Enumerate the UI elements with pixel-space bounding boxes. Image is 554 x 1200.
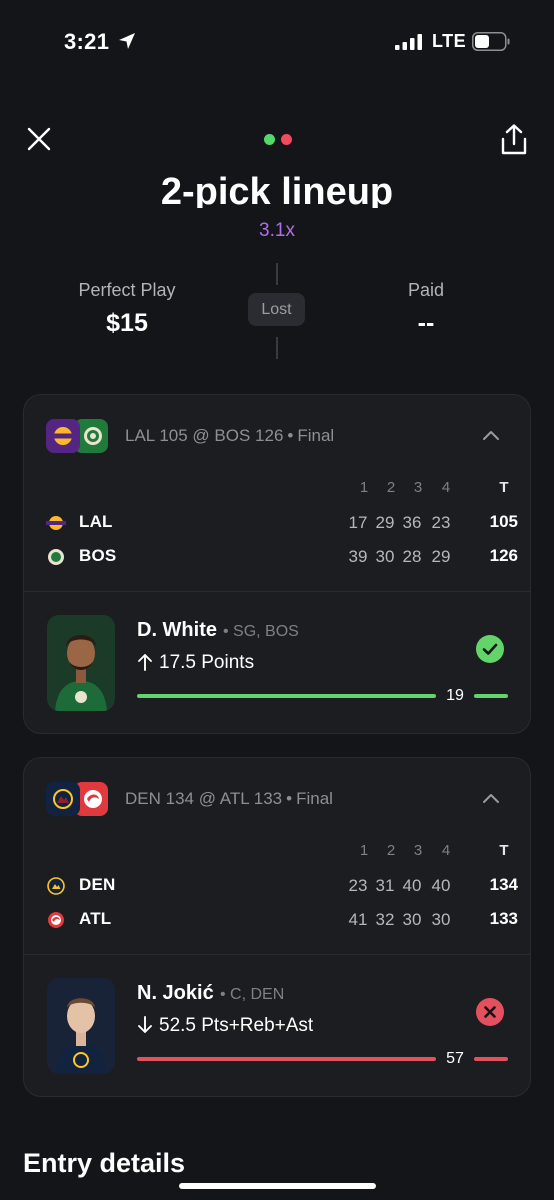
hawks-logo xyxy=(48,912,64,928)
pick-dot-lost xyxy=(281,134,292,145)
arrow-up-icon xyxy=(138,654,152,671)
nuggets-logo xyxy=(47,877,65,895)
lakers-logo xyxy=(46,419,80,453)
pick-result-dots xyxy=(262,134,294,146)
payout-multiplier: 3.1x xyxy=(259,220,295,241)
divider-line xyxy=(276,337,278,359)
game-matchup: DEN 134 @ ATL 133 • Final xyxy=(125,789,333,808)
status-badge: Lost xyxy=(248,293,305,326)
progress-bar xyxy=(137,694,436,698)
quarter-score: 32 xyxy=(375,910,395,929)
total-score: 134 xyxy=(489,875,518,894)
team-score-row: DEN 23 31 40 40 134 xyxy=(24,873,530,897)
team-score-row: ATL 41 32 30 30 133 xyxy=(24,907,530,931)
quarter-score: 36 xyxy=(402,513,422,532)
player-meta: • C, DEN xyxy=(220,986,285,1003)
divider-line xyxy=(276,263,278,285)
entry-type-label: Perfect Play xyxy=(78,280,176,300)
total-score: 126 xyxy=(489,546,518,565)
battery-icon xyxy=(472,32,510,51)
quarter-score: 29 xyxy=(375,513,395,532)
x-circle-icon xyxy=(476,998,504,1026)
check-circle-icon xyxy=(476,635,504,663)
total-header: T xyxy=(499,842,509,859)
result-value: 19 xyxy=(446,687,464,704)
quarter-header: 1 xyxy=(359,842,369,859)
arrow-down-icon xyxy=(138,1016,152,1033)
quarter-header: 4 xyxy=(441,842,451,859)
progress-bar-overflow xyxy=(474,694,508,698)
card-divider xyxy=(24,954,530,955)
total-score: 105 xyxy=(489,512,518,531)
section-title: Entry details xyxy=(23,1148,186,1178)
network-type: LTE xyxy=(432,31,467,51)
player-meta: • SG, BOS xyxy=(223,623,299,640)
quarter-score: 23 xyxy=(431,513,451,532)
player-name: D. White xyxy=(137,619,217,641)
home-indicator[interactable] xyxy=(179,1183,376,1189)
player-name: N. Jokić xyxy=(137,982,214,1004)
quarter-score: 41 xyxy=(348,910,368,929)
share-button[interactable] xyxy=(496,122,532,158)
quarter-header: 3 xyxy=(413,842,423,859)
team-score-row: BOS 39 30 28 29 126 xyxy=(24,544,530,568)
quarter-header: 1 xyxy=(359,479,369,496)
quarter-score: 40 xyxy=(431,876,451,895)
collapse-button[interactable] xyxy=(480,425,502,447)
share-icon xyxy=(501,124,527,155)
total-header: T xyxy=(499,479,509,496)
collapse-button[interactable] xyxy=(480,788,502,810)
quarter-score: 40 xyxy=(402,876,422,895)
player-headshot xyxy=(47,615,115,711)
team-logos xyxy=(46,419,108,453)
team-abbr: DEN xyxy=(79,875,116,894)
paid-label: Paid xyxy=(407,280,445,300)
pick-line: 17.5 Points xyxy=(137,652,254,674)
quarter-score: 39 xyxy=(348,547,368,566)
quarter-score: 29 xyxy=(431,547,451,566)
team-score-row: LAL 17 29 36 23 105 xyxy=(24,510,530,534)
progress-bar xyxy=(137,1057,436,1061)
close-icon xyxy=(27,127,51,151)
quarter-header: 2 xyxy=(386,479,396,496)
location-arrow-icon xyxy=(119,33,135,49)
quarter-score: 31 xyxy=(375,876,395,895)
team-abbr: LAL xyxy=(79,512,113,531)
paid-value: -- xyxy=(417,309,435,337)
game-card: LAL 105 @ BOS 126 • Final 1 2 3 4 T LAL 17… xyxy=(23,394,531,734)
team-logos xyxy=(46,782,108,816)
game-matchup: LAL 105 @ BOS 126 • Final xyxy=(125,426,335,445)
game-card: DEN 134 @ ATL 133 • Final 1 2 3 4 T DEN 23… xyxy=(23,757,531,1097)
status-bar: 3:21 LTE xyxy=(0,0,554,84)
progress-bar-overflow xyxy=(474,1057,508,1061)
quarter-score: 28 xyxy=(402,547,422,566)
pick-line: 52.5 Pts+Reb+Ast xyxy=(137,1015,313,1037)
card-divider xyxy=(24,591,530,592)
close-button[interactable] xyxy=(22,122,56,156)
quarter-header: 2 xyxy=(386,842,396,859)
cellular-signal-icon xyxy=(395,34,422,50)
status-time: 3:21 xyxy=(64,29,110,54)
result-value: 57 xyxy=(446,1050,464,1067)
chevron-up-icon xyxy=(483,794,499,803)
chevron-up-icon xyxy=(483,431,499,440)
team-abbr: ATL xyxy=(79,909,112,928)
total-score: 133 xyxy=(489,909,518,928)
player-headshot xyxy=(47,978,115,1074)
team-abbr: BOS xyxy=(79,546,117,565)
quarter-score: 17 xyxy=(348,513,368,532)
entry-amount: $15 xyxy=(106,309,148,337)
quarter-header: 4 xyxy=(441,479,451,496)
pick-dot-won xyxy=(264,134,275,145)
lakers-logo xyxy=(46,516,66,530)
quarter-score: 30 xyxy=(375,547,395,566)
quarter-header: 3 xyxy=(413,479,423,496)
celtics-logo xyxy=(48,549,64,565)
lineup-title: 2-pick lineup xyxy=(160,171,394,208)
quarter-score: 30 xyxy=(431,910,451,929)
quarter-score: 30 xyxy=(402,910,422,929)
nuggets-logo xyxy=(46,782,80,816)
quarter-score: 23 xyxy=(348,876,368,895)
